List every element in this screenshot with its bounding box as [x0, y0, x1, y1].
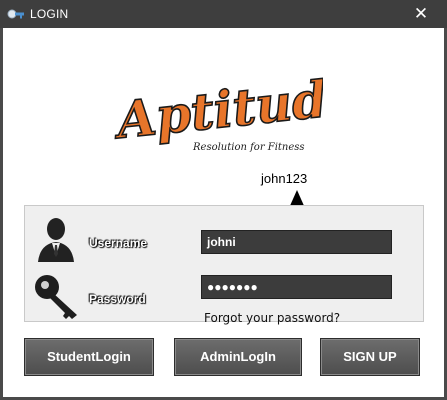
password-field[interactable]: ●●●●●●●	[201, 275, 392, 299]
close-button[interactable]: ✕	[401, 2, 441, 26]
user-icon	[38, 218, 74, 262]
logo-brand: Aptitude	[113, 66, 323, 150]
aptitude-logo: Aptitude Resolution for Fitness	[113, 65, 323, 153]
annotation-text: john123	[261, 171, 308, 186]
password-label: Password	[89, 292, 146, 306]
client-area: Aptitude Resolution for Fitness john123 …	[3, 28, 444, 397]
key-icon	[6, 5, 26, 23]
username-field[interactable]: johni	[201, 230, 392, 254]
admin-login-button[interactable]: AdminLogIn	[174, 338, 302, 376]
key-icon	[35, 275, 77, 319]
sign-up-button[interactable]: SIGN UP	[320, 338, 420, 376]
student-login-button[interactable]: StudentLogin	[24, 338, 154, 376]
logo-tagline: Resolution for Fitness	[192, 142, 305, 153]
login-window: LOGIN ✕ Aptitude Resolution for Fitness …	[0, 0, 447, 400]
forgot-password-link[interactable]: Forgot your password?	[204, 311, 340, 325]
title-bar[interactable]: LOGIN ✕	[0, 0, 447, 28]
username-label: Username	[89, 236, 148, 250]
close-icon: ✕	[413, 4, 429, 23]
window-title: LOGIN	[30, 7, 69, 21]
